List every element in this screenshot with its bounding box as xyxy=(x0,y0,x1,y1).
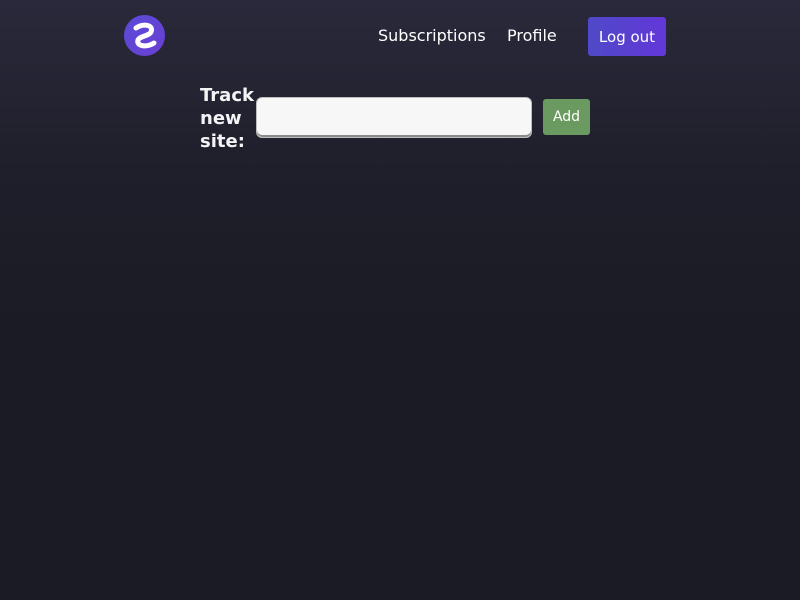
logout-button[interactable]: Log out xyxy=(588,17,666,56)
track-new-site-label: Track new site: xyxy=(200,85,254,152)
add-site-button[interactable]: Add xyxy=(543,99,590,135)
track-site-form: Track new site: Add xyxy=(200,84,600,154)
top-navbar: Subscriptions Profile Log out xyxy=(0,0,800,72)
site-url-input[interactable] xyxy=(256,97,532,138)
nav-link-profile[interactable]: Profile xyxy=(507,25,557,47)
app-logo-icon[interactable] xyxy=(124,15,165,56)
nav-link-subscriptions[interactable]: Subscriptions xyxy=(378,25,486,47)
